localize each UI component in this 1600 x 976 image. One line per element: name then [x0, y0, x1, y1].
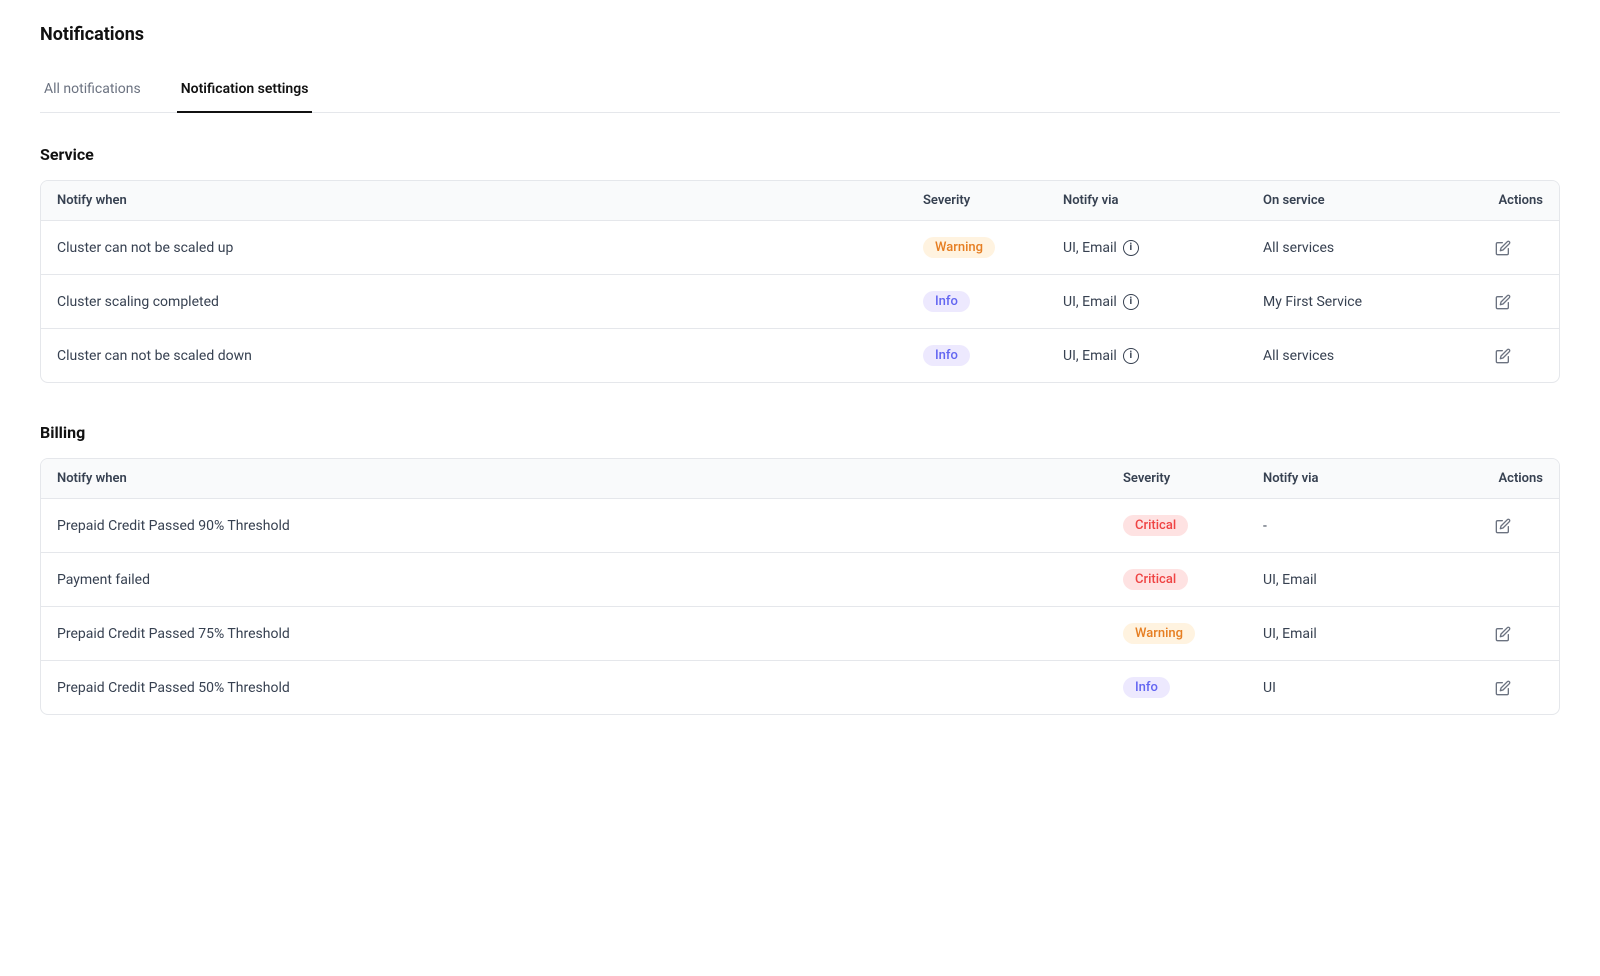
billing-col-actions: Actions — [1463, 471, 1543, 486]
row-on-service: My First Service — [1263, 294, 1463, 310]
service-table: Notify when Severity Notify via On servi… — [40, 180, 1560, 383]
row-severity: Warning — [1123, 623, 1263, 644]
severity-badge: Info — [923, 345, 970, 366]
service-table-header: Notify when Severity Notify via On servi… — [41, 181, 1559, 221]
service-section-title: Service — [40, 145, 1560, 164]
row-severity: Info — [923, 291, 1063, 312]
table-row: Prepaid Credit Passed 50% Threshold Info… — [41, 661, 1559, 714]
info-icon[interactable]: i — [1123, 348, 1139, 364]
row-notify-when: Payment failed — [57, 572, 1123, 588]
row-severity: Info — [1123, 677, 1263, 698]
billing-col-notify-via: Notify via — [1263, 471, 1463, 486]
service-col-severity: Severity — [923, 193, 1063, 208]
severity-badge: Warning — [923, 237, 995, 258]
row-notify-via: UI — [1263, 680, 1463, 696]
info-icon[interactable]: i — [1123, 240, 1139, 256]
row-notify-when: Cluster scaling completed — [57, 294, 923, 310]
severity-badge: Info — [923, 291, 970, 312]
page-title: Notifications — [40, 24, 1560, 45]
billing-col-severity: Severity — [1123, 471, 1263, 486]
row-on-service: All services — [1263, 240, 1463, 256]
row-notify-when: Prepaid Credit Passed 90% Threshold — [57, 518, 1123, 534]
row-severity: Info — [923, 345, 1063, 366]
row-notify-via: UI, Email i — [1063, 240, 1263, 256]
billing-col-notify-when: Notify when — [57, 471, 1123, 486]
tab-all-notifications[interactable]: All notifications — [40, 69, 145, 113]
edit-button[interactable] — [1463, 240, 1543, 256]
table-row: Cluster scaling completed Info UI, Email… — [41, 275, 1559, 329]
severity-badge: Critical — [1123, 515, 1188, 536]
row-severity: Critical — [1123, 515, 1263, 536]
severity-badge: Warning — [1123, 623, 1195, 644]
edit-button[interactable] — [1463, 626, 1543, 642]
billing-section-title: Billing — [40, 423, 1560, 442]
row-on-service: All services — [1263, 348, 1463, 364]
row-notify-when: Cluster can not be scaled up — [57, 240, 923, 256]
table-row: Payment failed Critical UI, Email — [41, 553, 1559, 607]
row-notify-when: Prepaid Credit Passed 75% Threshold — [57, 626, 1123, 642]
edit-button[interactable] — [1463, 348, 1543, 364]
service-section: Service Notify when Severity Notify via … — [40, 145, 1560, 383]
row-notify-when: Prepaid Credit Passed 50% Threshold — [57, 680, 1123, 696]
table-row: Prepaid Credit Passed 90% Threshold Crit… — [41, 499, 1559, 553]
tab-notification-settings[interactable]: Notification settings — [177, 69, 313, 113]
severity-badge: Critical — [1123, 569, 1188, 590]
row-notify-via: - — [1263, 518, 1463, 534]
edit-button[interactable] — [1463, 294, 1543, 310]
row-notify-when: Cluster can not be scaled down — [57, 348, 923, 364]
info-icon[interactable]: i — [1123, 294, 1139, 310]
row-notify-via: UI, Email — [1263, 626, 1463, 642]
service-col-notify-when: Notify when — [57, 193, 923, 208]
severity-badge: Info — [1123, 677, 1170, 698]
service-col-actions: Actions — [1463, 193, 1543, 208]
edit-button[interactable] — [1463, 518, 1543, 534]
row-severity: Critical — [1123, 569, 1263, 590]
row-notify-via: UI, Email i — [1063, 294, 1263, 310]
service-col-on-service: On service — [1263, 193, 1463, 208]
billing-table-header: Notify when Severity Notify via Actions — [41, 459, 1559, 499]
row-notify-via: UI, Email i — [1063, 348, 1263, 364]
billing-table: Notify when Severity Notify via Actions … — [40, 458, 1560, 715]
billing-section: Billing Notify when Severity Notify via … — [40, 423, 1560, 715]
edit-button[interactable] — [1463, 680, 1543, 696]
tabs: All notifications Notification settings — [40, 69, 1560, 113]
row-notify-via: UI, Email — [1263, 572, 1463, 588]
row-severity: Warning — [923, 237, 1063, 258]
service-col-notify-via: Notify via — [1063, 193, 1263, 208]
table-row: Cluster can not be scaled down Info UI, … — [41, 329, 1559, 382]
table-row: Prepaid Credit Passed 75% Threshold Warn… — [41, 607, 1559, 661]
table-row: Cluster can not be scaled up Warning UI,… — [41, 221, 1559, 275]
